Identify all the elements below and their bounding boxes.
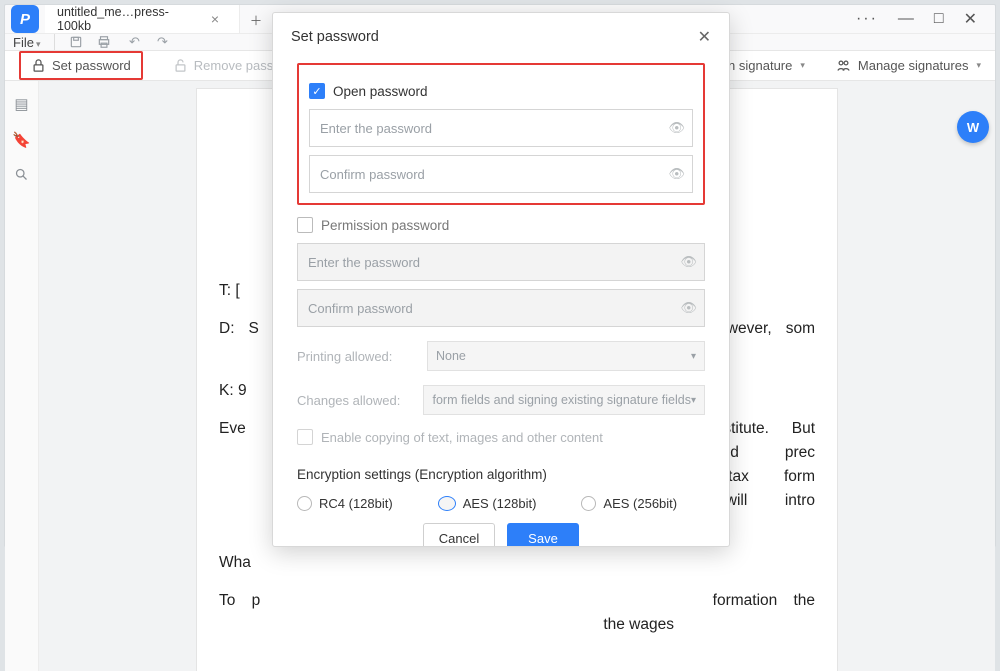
manage-signatures-button[interactable]: Manage signatures▾ [835, 58, 981, 73]
word-fab-icon[interactable]: W [957, 111, 989, 143]
radio-label: AES (256bit) [603, 496, 677, 511]
permission-password-section: Permission password 👁 👁 Printing allowed… [297, 217, 705, 445]
lock-icon [31, 58, 46, 73]
doc-text: Eve [219, 420, 246, 437]
changes-allowed-label: Changes allowed: [297, 393, 413, 408]
doc-text: Wha [219, 554, 251, 571]
doc-text: T: [ [219, 282, 240, 299]
save-icon[interactable] [69, 35, 87, 49]
printing-allowed-value: None [436, 349, 466, 363]
open-password-confirm-input[interactable] [309, 155, 693, 193]
printing-allowed-select: None ▾ [427, 341, 705, 371]
enable-copy-label: Enable copying of text, images and other… [321, 430, 603, 445]
encryption-rc4-radio[interactable]: RC4 (128bit) [297, 496, 393, 511]
open-password-checkbox[interactable]: ✓ [309, 83, 325, 99]
changes-allowed-value: form fields and signing existing signatu… [432, 393, 690, 407]
doc-text: To p [219, 592, 260, 609]
permission-password-input [297, 243, 705, 281]
dialog-close-icon[interactable]: ✕ [698, 27, 711, 47]
permission-password-label: Permission password [321, 218, 449, 233]
unlock-icon [173, 58, 188, 73]
app-icon: P [5, 5, 45, 33]
redo-icon[interactable]: ↷ [153, 34, 171, 50]
tab-close-icon[interactable]: × [211, 11, 219, 27]
chevron-down-icon: ▾ [691, 395, 696, 406]
encryption-settings-title: Encryption settings (Encryption algorith… [297, 467, 705, 482]
set-password-dialog: Set password ✕ ✓ Open password 👁 👁 Permi… [272, 12, 730, 547]
more-icon[interactable]: ··· [856, 10, 878, 28]
set-password-button[interactable]: Set password [19, 51, 143, 80]
encryption-radio-group: RC4 (128bit) AES (128bit) AES (256bit) [297, 496, 705, 511]
doc-text: D: S [219, 320, 259, 337]
doc-text: K: 9 [219, 382, 247, 399]
undo-icon[interactable]: ↶ [125, 34, 143, 50]
open-password-input[interactable] [309, 109, 693, 147]
manage-signatures-label: Manage signatures [858, 58, 969, 73]
open-password-label: Open password [333, 84, 428, 99]
printing-allowed-label: Printing allowed: [297, 349, 417, 364]
set-password-label: Set password [52, 58, 131, 73]
document-tab[interactable]: untitled_me…press-100kb × [45, 5, 240, 33]
permission-password-checkbox[interactable] [297, 217, 313, 233]
open-password-section: ✓ Open password 👁 👁 [297, 63, 705, 205]
permission-password-confirm-input [297, 289, 705, 327]
doc-text: formation the [713, 592, 815, 609]
chevron-down-icon: ▾ [691, 351, 696, 362]
radio-label: AES (128bit) [463, 496, 537, 511]
save-button[interactable]: Save [507, 523, 579, 546]
tab-title: untitled_me…press-100kb [57, 5, 197, 33]
bookmarks-icon[interactable]: 🔖 [12, 131, 31, 149]
print-icon[interactable] [97, 35, 115, 49]
encryption-aes256-radio[interactable]: AES (256bit) [581, 496, 677, 511]
maximize-icon[interactable]: □ [934, 10, 944, 28]
signature-icon [835, 58, 852, 73]
cancel-button[interactable]: Cancel [423, 523, 495, 546]
search-icon[interactable] [14, 167, 29, 182]
minimize-icon[interactable]: — [898, 10, 914, 28]
app-logo: P [11, 5, 39, 33]
enable-copy-checkbox [297, 429, 313, 445]
left-rail: ▤ 🔖 [5, 81, 39, 671]
changes-allowed-select: form fields and signing existing signatu… [423, 385, 705, 415]
close-window-icon[interactable]: ✕ [964, 9, 977, 29]
window-controls: ··· — □ ✕ [838, 5, 995, 33]
radio-label: RC4 (128bit) [319, 496, 393, 511]
thumbnails-icon[interactable]: ▤ [14, 95, 28, 113]
dialog-title: Set password [291, 29, 379, 45]
doc-text: the wages [603, 616, 674, 633]
file-menu[interactable]: File▾ [13, 35, 40, 50]
encryption-aes128-radio[interactable]: AES (128bit) [438, 496, 537, 511]
